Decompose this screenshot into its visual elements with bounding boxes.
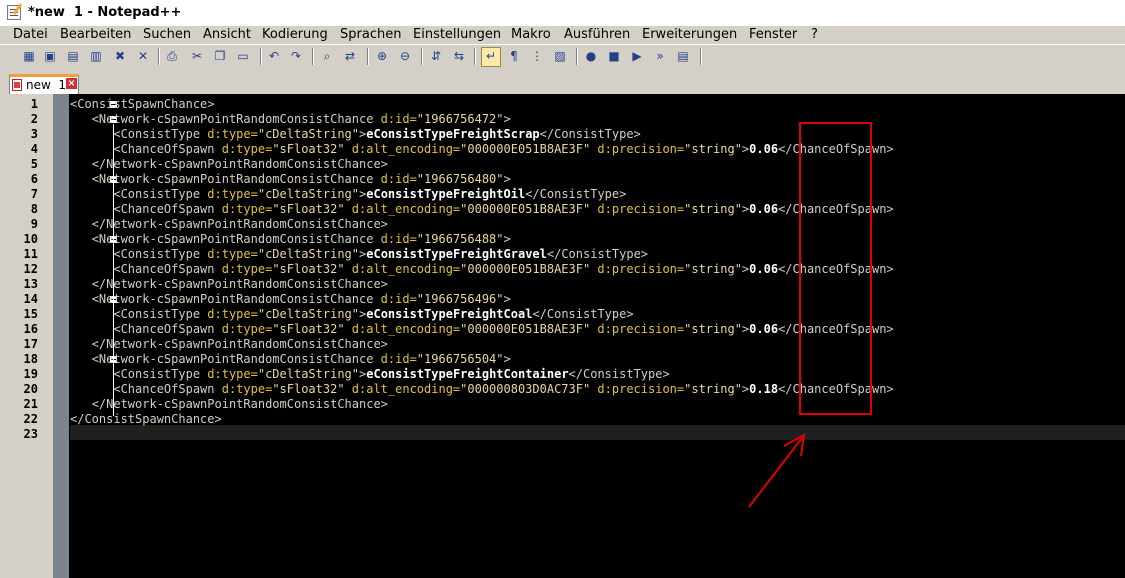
- annotation-arrow: [748, 433, 806, 508]
